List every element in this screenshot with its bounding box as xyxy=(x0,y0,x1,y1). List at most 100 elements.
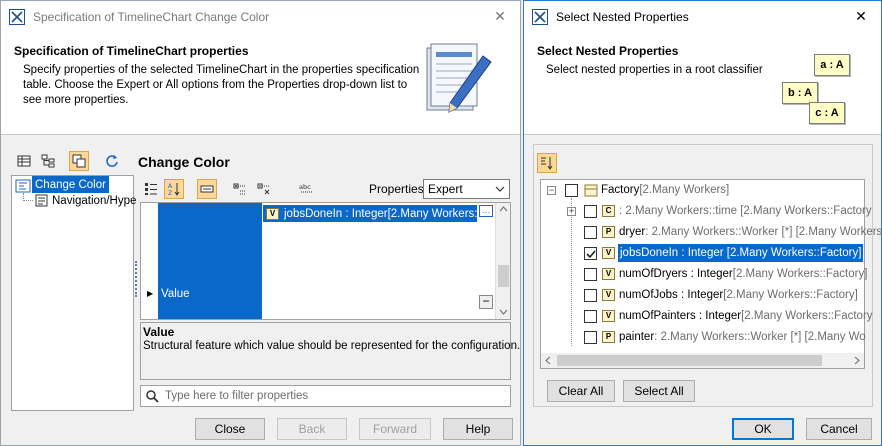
refresh-icon xyxy=(106,155,118,167)
sort-icon xyxy=(541,157,553,170)
value-property-icon: V xyxy=(602,310,615,322)
root-checkbox[interactable] xyxy=(565,184,578,197)
tree-item-name: numOfJobs : Integer xyxy=(619,289,724,301)
table-icon xyxy=(17,155,31,167)
remove-value-button[interactable]: − xyxy=(479,295,493,309)
ok-button[interactable]: OK xyxy=(732,418,794,440)
copy-icon xyxy=(72,154,86,168)
close-icon[interactable]: ✕ xyxy=(841,1,881,32)
forward-button[interactable]: Forward xyxy=(359,418,431,440)
tree-root-factory[interactable]: Factory [2.Many Workers] xyxy=(601,181,729,199)
scroll-up-icon[interactable] xyxy=(499,206,508,212)
sort-az-icon: AZ xyxy=(168,183,180,196)
compact-view-tool[interactable] xyxy=(197,179,217,199)
copy-view-tool[interactable] xyxy=(69,151,89,171)
collapse-all-tool[interactable] xyxy=(254,179,274,199)
tree-item-label: Change Color xyxy=(35,178,106,191)
svg-text:A: A xyxy=(168,183,173,190)
search-icon xyxy=(146,390,159,403)
expand-icon xyxy=(233,183,246,195)
nested-header-description: Select nested properties in a root class… xyxy=(546,64,763,76)
tree-item[interactable]: : 2.Many Workers::time [2.Many Workers::… xyxy=(619,202,872,220)
splitter-handle[interactable] xyxy=(135,261,138,297)
categorize-tool[interactable] xyxy=(141,179,161,199)
tree-item[interactable]: numOfJobs : Integer [2.Many Workers::Fac… xyxy=(619,286,858,304)
tree-item-owner: [2.Many Workers::Factory] xyxy=(732,268,868,280)
item-checkbox[interactable] xyxy=(584,331,597,344)
select-all-button[interactable]: Select All xyxy=(623,380,695,402)
item-checkbox[interactable] xyxy=(584,205,597,218)
collapse-icon xyxy=(257,183,270,195)
tree-item-name: Factory xyxy=(601,184,640,196)
nested-tree[interactable]: − Factory [2.Many Workers] + C : 2.Many … xyxy=(540,179,882,369)
hierarchy-icon xyxy=(41,154,55,168)
tree-item-navigation[interactable]: Navigation/Hype xyxy=(52,192,136,210)
scroll-thumb[interactable] xyxy=(498,265,509,287)
sort-alphabetically-tool[interactable]: AZ xyxy=(164,179,184,199)
expand-all-tool[interactable] xyxy=(230,179,250,199)
value-property-icon: V xyxy=(602,268,615,280)
description-text: Structural feature which value should be… xyxy=(143,340,521,352)
item-checkbox[interactable] xyxy=(584,226,597,239)
checkmark-icon xyxy=(586,250,596,259)
spec-header-desc-line: see more properties. xyxy=(23,94,129,106)
tree-item[interactable]: dryer : 2.Many Workers::Worker [*] [2.Ma… xyxy=(619,223,882,241)
ellipsis-button[interactable]: … xyxy=(479,205,493,217)
expand-toggle-icon[interactable]: + xyxy=(567,207,576,216)
grid-scrollbar[interactable] xyxy=(495,203,510,319)
value-property-icon: V xyxy=(602,289,615,301)
instance-note: a : A xyxy=(814,54,850,76)
app-icon xyxy=(9,8,25,25)
sort-tool[interactable] xyxy=(537,153,557,173)
spec-header-panel: Specification of TimelineChart propertie… xyxy=(1,32,520,135)
tree-hscrollbar[interactable] xyxy=(541,353,864,368)
properties-dropdown-value: Expert xyxy=(428,182,463,196)
tree-item-owner: [2.Many Workers::Factory xyxy=(741,310,873,322)
property-icon: P xyxy=(602,226,615,238)
properties-dropdown[interactable]: Expert xyxy=(423,179,510,199)
tree-item-change-color[interactable]: Change Color xyxy=(32,176,109,193)
tree-item-type: : 2.Many Workers::Worker [*] [2.Many Wo xyxy=(654,331,866,343)
tree-item[interactable]: painter : 2.Many Workers::Worker [*] [2.… xyxy=(619,328,866,346)
clear-all-button[interactable]: Clear All xyxy=(547,380,615,402)
close-button[interactable]: Close xyxy=(195,418,265,440)
refresh-tool[interactable] xyxy=(102,151,122,171)
nested-header-panel: Select Nested Properties Select nested p… xyxy=(524,32,881,135)
class-icon xyxy=(584,184,598,197)
back-button[interactable]: Back xyxy=(277,418,347,440)
grid-row-label: Value xyxy=(161,288,190,300)
document-pencil-icon xyxy=(426,43,492,113)
app-icon xyxy=(532,8,548,25)
nested-header-title: Select Nested Properties xyxy=(537,44,679,58)
spec-tree[interactable]: Change Color Navigation/Hype xyxy=(11,175,136,411)
scroll-down-icon[interactable] xyxy=(499,309,508,315)
scroll-right-icon[interactable] xyxy=(854,356,860,365)
abc-filter-tool[interactable]: abc xyxy=(297,179,317,199)
help-button[interactable]: Help xyxy=(443,418,513,440)
scroll-thumb[interactable] xyxy=(557,355,822,366)
close-icon[interactable]: ✕ xyxy=(480,1,520,32)
grid-value-cell[interactable]: V jobsDoneIn : Integer [2.Many Workers: xyxy=(263,203,479,319)
cancel-button[interactable]: Cancel xyxy=(806,418,872,440)
collapse-toggle-icon[interactable]: − xyxy=(547,186,556,195)
tree-item-name: numOfDryers : Integer xyxy=(619,268,733,280)
tree-item-selected[interactable]: jobsDoneIn : Integer [2.Many Workers::Fa… xyxy=(616,243,865,263)
scroll-left-icon[interactable] xyxy=(545,356,551,365)
filter-placeholder: Type here to filter properties xyxy=(165,390,309,402)
instance-note: b : A xyxy=(782,82,818,104)
item-checkbox[interactable] xyxy=(584,268,597,281)
tree-item-type: : 2.Many Workers::time [2.Many Workers::… xyxy=(619,205,872,217)
value-extra: [2.Many Workers: xyxy=(387,207,477,220)
tree-item[interactable]: numOfPainters : Integer [2.Many Workers:… xyxy=(619,307,873,325)
tree-view-tool[interactable] xyxy=(38,151,58,171)
tree-guide-line xyxy=(571,198,572,346)
filter-box[interactable]: Type here to filter properties xyxy=(140,385,511,407)
grid-label-cell[interactable]: ▶ Value xyxy=(147,203,262,319)
value-row[interactable]: V jobsDoneIn : Integer [2.Many Workers: xyxy=(263,205,477,222)
item-checkbox[interactable] xyxy=(584,289,597,302)
item-checkbox[interactable] xyxy=(584,310,597,323)
nested-title-bar: Select Nested Properties ✕ xyxy=(524,1,881,32)
table-view-tool[interactable] xyxy=(14,151,34,171)
tree-item[interactable]: numOfDryers : Integer [2.Many Workers::F… xyxy=(619,265,867,283)
item-checkbox-checked[interactable] xyxy=(584,247,597,260)
